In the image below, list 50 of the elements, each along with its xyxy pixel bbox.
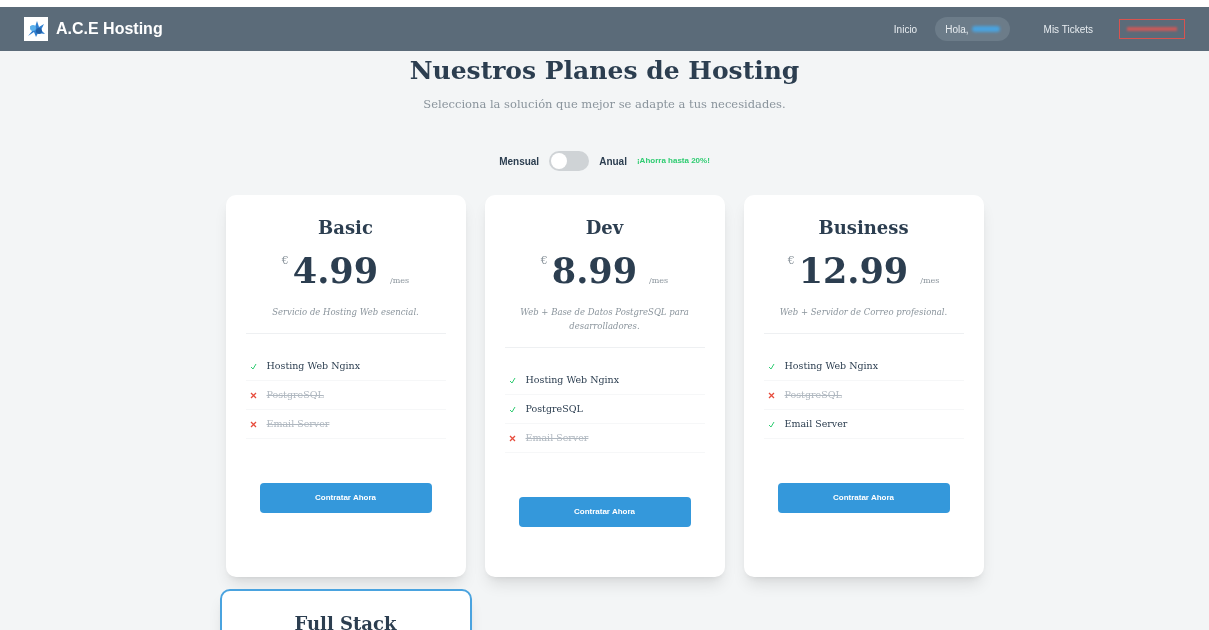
logo-icon <box>24 17 48 41</box>
page-subtitle: Selecciona la solución que mejor se adapte a tus necesidades. <box>423 96 786 113</box>
plan-price: 12.99 <box>798 251 909 292</box>
brand-name[interactable]: A.C.E Hosting <box>56 17 163 41</box>
contract-button[interactable]: Contratar Ahora <box>518 497 691 528</box>
check-icon <box>249 362 257 370</box>
page-title: Nuestros Planes de Hosting <box>409 55 800 87</box>
toggle-label: Anual <box>599 154 627 169</box>
feature-label: PostgreSQL <box>525 402 583 417</box>
outlined-button[interactable] <box>1119 19 1185 39</box>
currency-symbol: € <box>540 253 548 270</box>
nav-link[interactable]: Inicio <box>893 21 918 37</box>
feature-label: Email Server <box>525 431 589 446</box>
feature-label: Hosting Web Nginx <box>784 359 879 374</box>
plan-name: Dev <box>585 216 624 241</box>
discount-text: ¡Ahorra hasta 20%! <box>636 155 710 168</box>
contract-button[interactable]: Contratar Ahora <box>777 483 950 514</box>
check-icon <box>508 405 516 413</box>
blurred-username <box>971 26 1000 32</box>
plan-description: Web + Servidor de Correo profesional. <box>778 306 949 320</box>
check-icon <box>767 420 775 428</box>
check-icon <box>767 362 775 370</box>
cross-icon <box>249 420 257 428</box>
plan-name: Business <box>818 216 909 241</box>
cross-icon <box>249 391 257 399</box>
feature-label: PostgreSQL <box>784 388 842 403</box>
plan-description: Web + Base de Datos PostgreSQL para desarrolladores. <box>519 306 690 334</box>
plan-name: Full Stack <box>294 612 397 630</box>
feature-label: Hosting Web Nginx <box>525 373 620 388</box>
plan-price: 8.99 <box>551 251 638 292</box>
price-period: /mes <box>649 275 669 288</box>
greeting-text: Hola, <box>945 22 969 37</box>
cross-icon <box>767 391 775 399</box>
price-period: /mes <box>920 275 940 288</box>
currency-symbol: € <box>787 253 795 270</box>
cross-icon <box>508 434 516 442</box>
toggle-label: Mensual <box>499 154 540 169</box>
feature-label: Email Server <box>266 417 330 432</box>
billing-switch[interactable] <box>549 151 590 172</box>
plan-price: 4.99 <box>292 251 379 292</box>
feature-label: Hosting Web Nginx <box>266 359 361 374</box>
plan-description: Servicio de Hosting Web esencial. <box>271 306 420 320</box>
feature-label: PostgreSQL <box>266 388 324 403</box>
nav-link[interactable]: Mis Tickets <box>1043 21 1093 37</box>
price-period: /mes <box>390 275 410 288</box>
currency-symbol: € <box>281 253 289 270</box>
contract-button[interactable]: Contratar Ahora <box>259 483 432 514</box>
check-icon <box>508 376 516 384</box>
plan-name: Basic <box>318 216 373 241</box>
feature-label: Email Server <box>784 417 848 432</box>
